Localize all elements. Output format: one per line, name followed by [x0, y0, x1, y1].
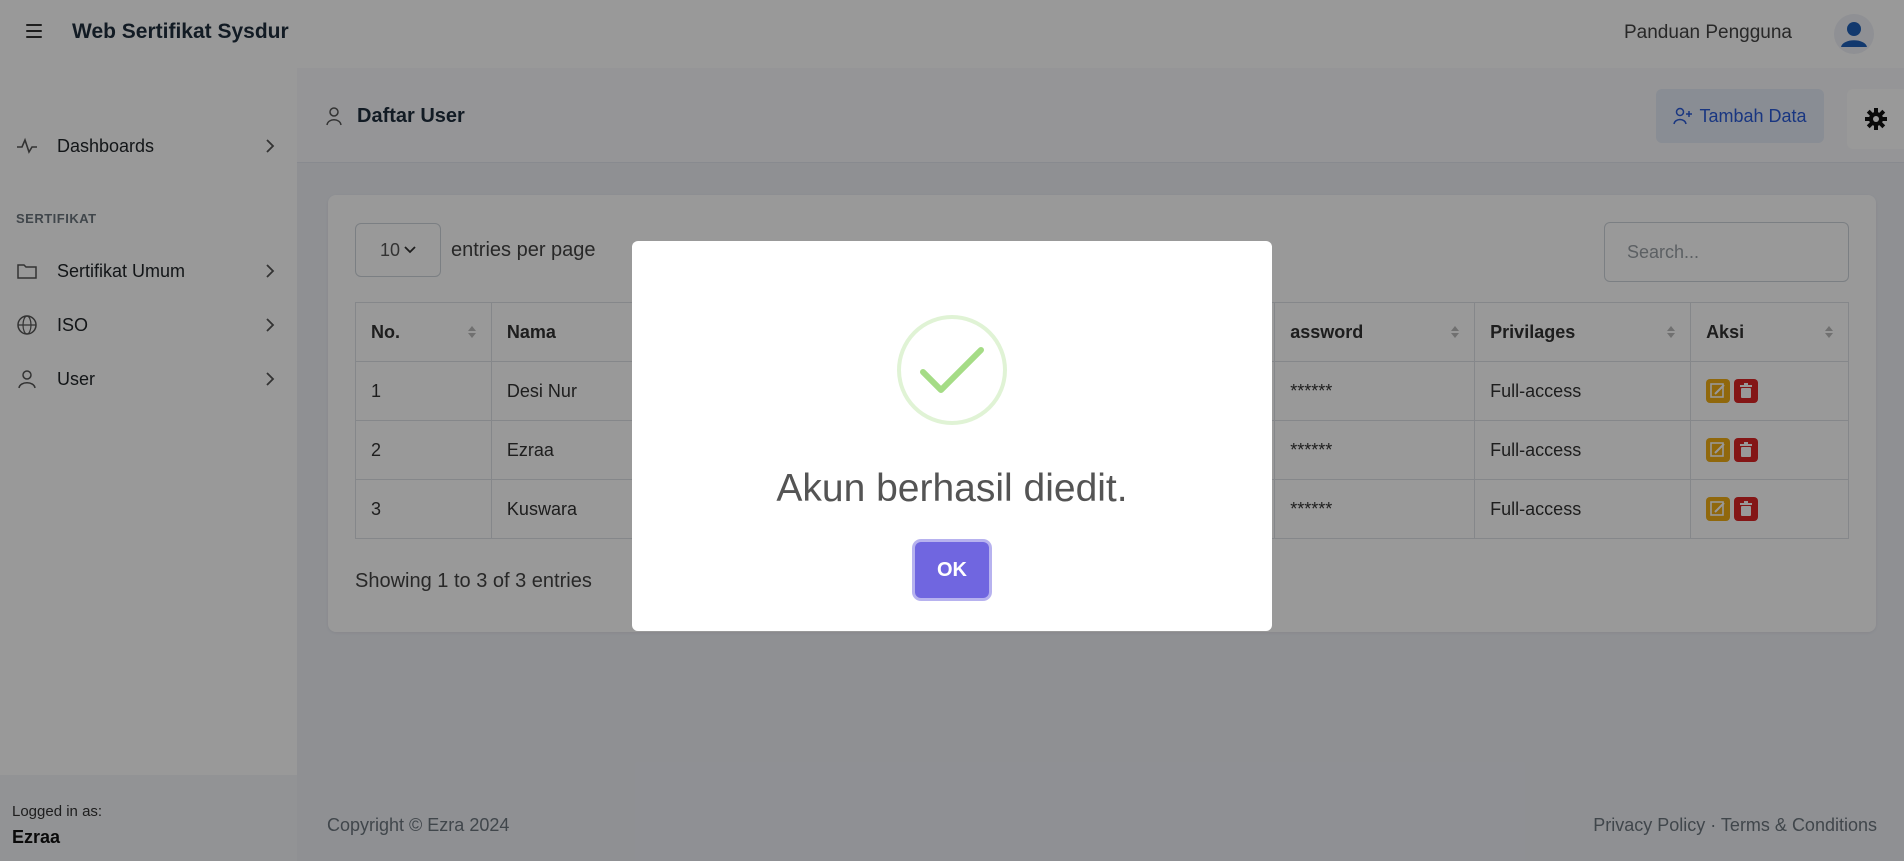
dialog-message: Akun berhasil diedit.	[776, 467, 1128, 510]
success-check-icon	[920, 347, 984, 393]
success-dialog: Akun berhasil diedit. OK	[632, 241, 1272, 631]
ok-button[interactable]: OK	[915, 542, 989, 598]
